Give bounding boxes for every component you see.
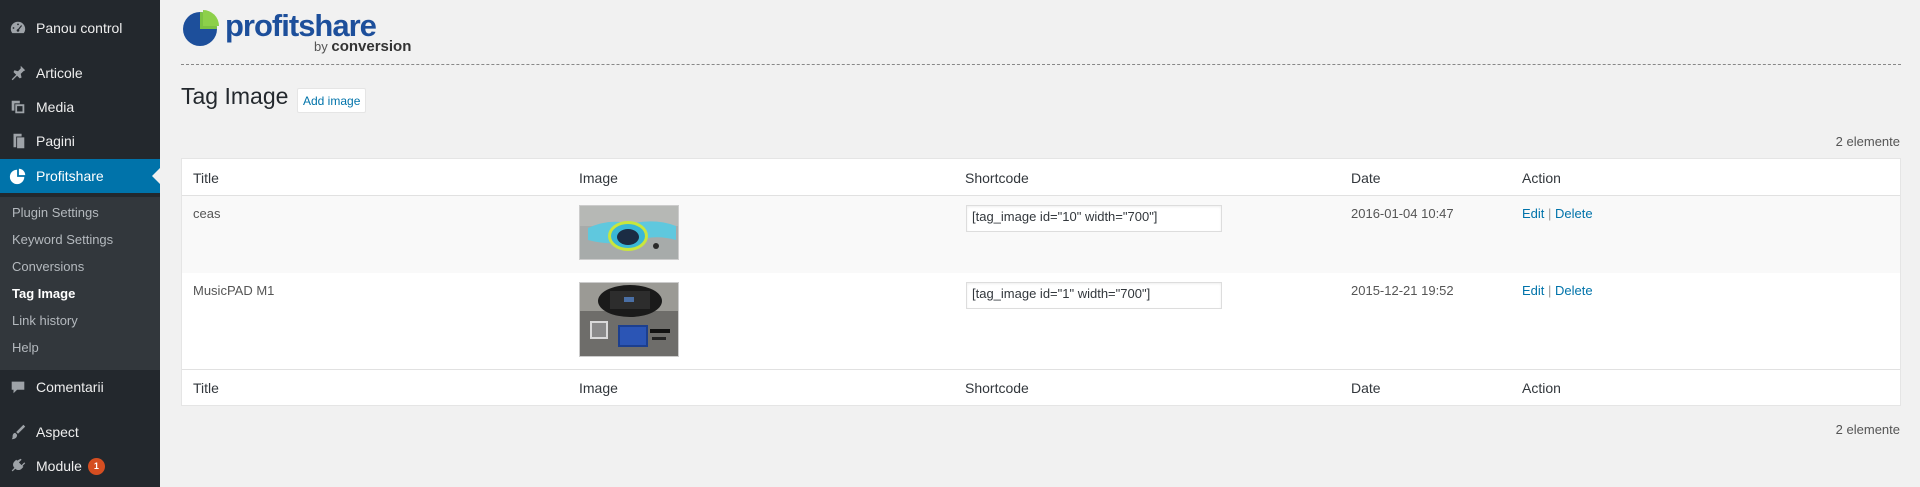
pages-icon [0,132,36,150]
menu-item-profitshare[interactable]: Profitshare [0,159,160,193]
edit-link[interactable]: Edit [1522,283,1544,298]
row-actions: Edit | Delete [1522,206,1593,221]
pie-chart-icon [0,167,36,185]
row-date: 2015-12-21 19:52 [1351,283,1454,298]
menu-item-aspect[interactable]: Aspect [0,415,160,449]
submenu-keyword-settings[interactable]: Keyword Settings [12,230,113,250]
menu-item-media[interactable]: Media [0,90,160,124]
items-count-top: 2 elemente [1835,134,1900,149]
musicpad-image [580,283,678,356]
brush-icon [0,423,36,441]
update-count-badge: 1 [87,457,105,475]
menu-item-comentarii[interactable]: Comentarii [0,370,160,404]
submenu-conversions[interactable]: Conversions [12,257,84,277]
profitshare-logo: profitshare by conversion [181,7,421,55]
footer-separator [182,369,1900,370]
media-icon [0,98,36,116]
comment-icon [0,378,36,396]
menu-item-articole[interactable]: Articole [0,56,160,90]
menu-label: Panou control [36,20,123,36]
delete-link[interactable]: Delete [1555,283,1593,298]
menu-item-dashboard[interactable]: Panou control [0,11,160,45]
header-divider [181,64,1901,65]
edit-link[interactable]: Edit [1522,206,1544,221]
submenu-help[interactable]: Help [12,338,39,358]
add-image-button[interactable]: Add image [297,88,367,113]
logo-wordmark: profitshare [225,8,377,43]
menu-label: Comentarii [36,379,104,395]
shortcode-field[interactable]: [tag_image id="1" width="700"] [966,282,1222,309]
menu-label: Pagini [36,133,75,149]
action-separator: | [1548,283,1552,298]
pin-icon [0,64,36,82]
column-footer-title[interactable]: Title [193,380,219,396]
column-footer-image[interactable]: Image [579,380,618,396]
row-title: ceas [193,206,221,221]
row-date: 2016-01-04 10:47 [1351,206,1454,221]
tag-image-table: Title Image Shortcode Date Action ceas [… [181,158,1901,406]
submenu-plugin-settings[interactable]: Plugin Settings [12,203,99,223]
profitshare-submenu: Plugin Settings Keyword Settings Convers… [0,197,160,370]
admin-sidebar: Panou control Articole Media Pagini Prof… [0,0,160,487]
watch-image [580,206,678,259]
dashboard-icon [0,19,36,37]
column-header-date[interactable]: Date [1351,170,1381,186]
menu-item-module[interactable]: Module 1 [0,449,160,483]
page-title: Tag Image [181,83,289,109]
submenu-tag-image[interactable]: Tag Image [12,284,75,304]
plugin-icon [0,457,36,475]
watch-thumbnail[interactable] [579,205,679,260]
musicpad-thumbnail[interactable] [579,282,679,357]
row-actions: Edit | Delete [1522,283,1593,298]
menu-item-pagini[interactable]: Pagini [0,124,160,158]
menu-label: Profitshare [36,168,104,184]
menu-label: Articole [36,65,83,81]
column-header-title[interactable]: Title [193,170,219,186]
items-count-bottom: 2 elemente [1835,422,1900,437]
row-title: MusicPAD M1 [193,283,275,298]
shortcode-field[interactable]: [tag_image id="10" width="700"] [966,205,1222,232]
menu-label: Media [36,99,75,115]
menu-label: Aspect [36,424,79,440]
logo-mark-icon [183,10,219,46]
menu-label: Module [36,458,82,474]
submenu-link-history[interactable]: Link history [12,311,78,331]
column-header-image[interactable]: Image [579,170,618,186]
column-footer-action[interactable]: Action [1522,380,1561,396]
delete-link[interactable]: Delete [1555,206,1593,221]
column-footer-shortcode[interactable]: Shortcode [965,380,1029,396]
action-separator: | [1548,206,1552,221]
column-header-shortcode[interactable]: Shortcode [965,170,1029,186]
column-header-action[interactable]: Action [1522,170,1561,186]
logo-byline: by conversion [314,38,412,55]
column-footer-date[interactable]: Date [1351,380,1381,396]
